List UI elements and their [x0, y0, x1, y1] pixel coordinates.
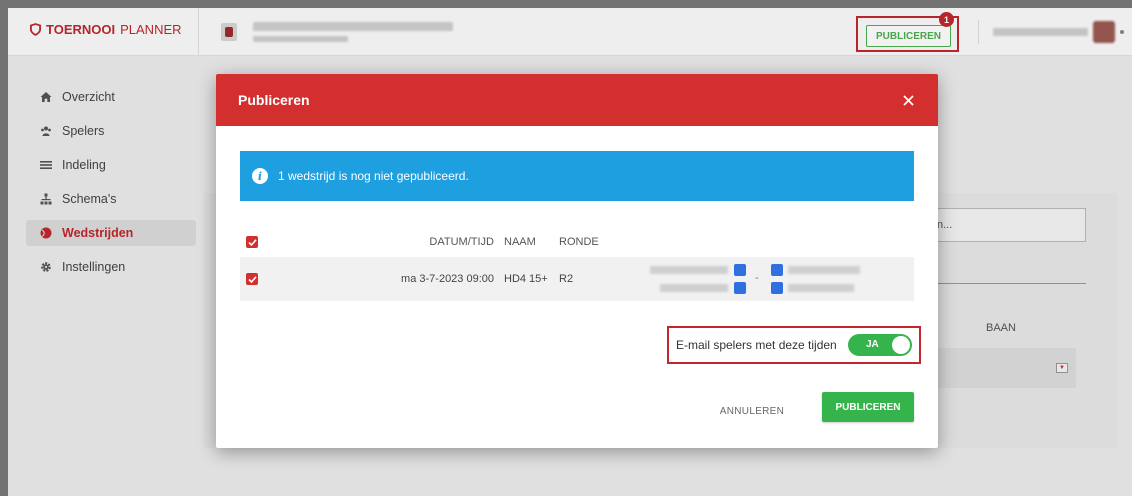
info-icon: i — [252, 168, 268, 184]
dialog-header: Publiceren — [216, 74, 938, 126]
match-players: - — [650, 263, 870, 295]
match-round: R2 — [559, 273, 574, 285]
info-banner: i 1 wedstrijd is nog niet gepubliceerd. — [240, 151, 914, 201]
publish-button[interactable]: PUBLICEREN — [822, 392, 914, 422]
player-name-redacted — [650, 266, 728, 274]
close-icon — [902, 94, 914, 106]
column-header-ronde[interactable]: RONDE — [559, 236, 599, 248]
flag-icon — [734, 264, 746, 276]
email-players-option: E-mail spelers met deze tijden JA — [667, 326, 921, 364]
flag-icon — [734, 282, 746, 294]
player-name-redacted — [788, 284, 854, 292]
toggle-label: JA — [866, 339, 879, 350]
email-option-label: E-mail spelers met deze tijden — [676, 338, 837, 352]
player-name-redacted — [788, 266, 860, 274]
match-datetime: ma 3-7-2023 09:00 — [401, 273, 494, 285]
table-header: DATUM/TIJD NAAM RONDE — [240, 229, 914, 255]
cancel-button[interactable]: ANNULEREN — [694, 396, 810, 426]
info-text: 1 wedstrijd is nog niet gepubliceerd. — [278, 169, 469, 183]
check-icon — [247, 275, 257, 283]
toggle-knob — [892, 336, 910, 354]
row-checkbox[interactable] — [246, 273, 258, 285]
table-row[interactable]: ma 3-7-2023 09:00 HD4 15+ R2 - — [240, 257, 914, 301]
column-header-datetime[interactable]: DATUM/TIJD — [368, 236, 494, 248]
dialog-title: Publiceren — [238, 92, 310, 108]
select-all-checkbox[interactable] — [246, 236, 258, 248]
flag-icon — [771, 264, 783, 276]
flag-icon — [771, 282, 783, 294]
column-header-naam[interactable]: NAAM — [504, 236, 536, 248]
check-icon — [247, 238, 257, 246]
versus-separator: - — [755, 272, 759, 284]
close-button[interactable] — [900, 92, 916, 108]
player-name-redacted — [660, 284, 728, 292]
match-category: HD4 15+ — [504, 273, 548, 285]
publish-dialog: Publiceren i 1 wedstrijd is nog niet gep… — [216, 74, 938, 448]
email-players-toggle[interactable]: JA — [848, 334, 912, 356]
